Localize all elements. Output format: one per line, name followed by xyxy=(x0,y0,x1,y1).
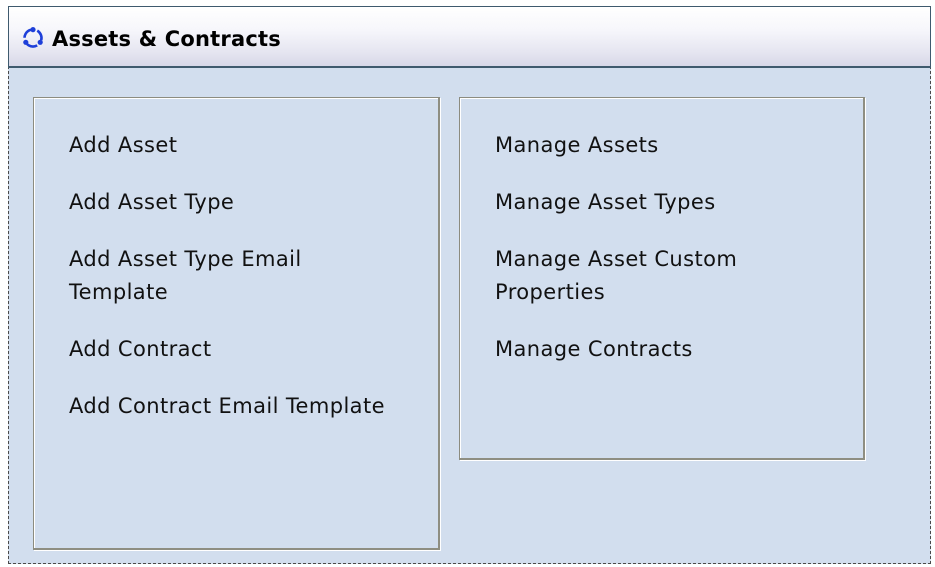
circular-arrows-icon xyxy=(23,27,43,48)
add-asset-link[interactable]: Add Asset xyxy=(69,129,399,162)
add-actions-box: Add Asset Add Asset Type Add Asset Type … xyxy=(33,97,440,550)
add-contract-email-template-link[interactable]: Add Contract Email Template xyxy=(69,390,399,423)
manage-asset-custom-properties-link[interactable]: Manage Asset Custom Properties xyxy=(495,243,825,309)
manage-actions-list: Manage Assets Manage Asset Types Manage … xyxy=(495,129,825,390)
add-asset-type-email-template-link[interactable]: Add Asset Type Email Template xyxy=(69,243,399,309)
add-actions-list: Add Asset Add Asset Type Add Asset Type … xyxy=(69,129,399,447)
panel-header: Assets & Contracts xyxy=(8,6,931,68)
add-contract-link[interactable]: Add Contract xyxy=(69,333,399,366)
manage-contracts-link[interactable]: Manage Contracts xyxy=(495,333,825,366)
manage-assets-link[interactable]: Manage Assets xyxy=(495,129,825,162)
add-asset-type-link[interactable]: Add Asset Type xyxy=(69,186,399,219)
panel-title: Assets & Contracts xyxy=(52,27,281,51)
manage-actions-box: Manage Assets Manage Asset Types Manage … xyxy=(459,97,865,460)
assets-contracts-panel: Assets & Contracts Add Asset Add Asset T… xyxy=(8,6,931,564)
manage-asset-types-link[interactable]: Manage Asset Types xyxy=(495,186,825,219)
